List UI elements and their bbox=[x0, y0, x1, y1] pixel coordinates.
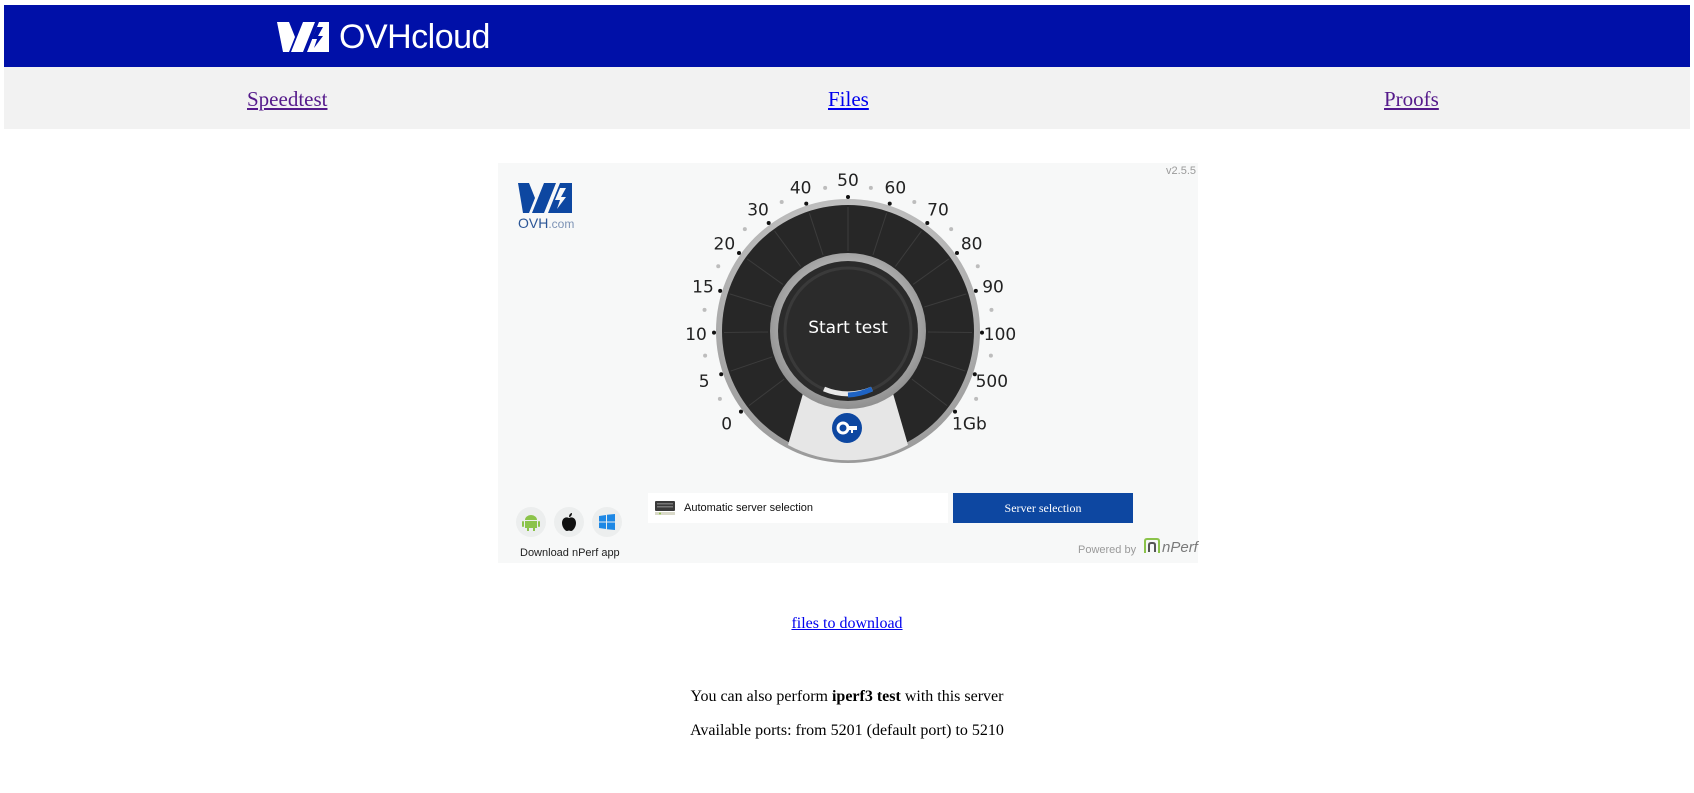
gauge-label: 70 bbox=[927, 200, 949, 220]
files-to-download-link[interactable]: files to download bbox=[0, 615, 1694, 633]
nperf-brand-text: nPerf bbox=[1162, 538, 1198, 556]
nav-link-proofs[interactable]: Proofs bbox=[1384, 87, 1439, 112]
server-selection-button[interactable]: Server selection bbox=[953, 493, 1133, 523]
gauge-label: 30 bbox=[747, 200, 769, 220]
gauge-label: 60 bbox=[885, 179, 907, 199]
gauge-segment-line bbox=[927, 331, 972, 334]
gauge-tick bbox=[766, 220, 771, 225]
gauge-minor-dot bbox=[974, 396, 979, 401]
gauge-tick bbox=[953, 409, 958, 414]
gauge-minor-dot bbox=[703, 353, 708, 358]
gauge-label: 50 bbox=[837, 171, 859, 191]
gauge-tick bbox=[718, 288, 723, 293]
apple-icon bbox=[562, 513, 576, 531]
gauge-tick bbox=[887, 201, 892, 206]
nav-link-speedtest[interactable]: Speedtest bbox=[247, 87, 327, 112]
gauge-label: 20 bbox=[714, 235, 736, 255]
app-icons bbox=[516, 507, 622, 537]
server-icon bbox=[655, 501, 675, 515]
gauge-tick bbox=[973, 288, 978, 293]
gauge-label: 15 bbox=[692, 277, 714, 297]
gauge-minor-dot bbox=[742, 227, 747, 232]
nperf-logo-icon bbox=[1144, 538, 1160, 553]
gauge-label: 90 bbox=[982, 277, 1004, 297]
gauge-label: 10 bbox=[685, 325, 707, 345]
apple-app-button[interactable] bbox=[554, 507, 584, 537]
powered-by-label: Powered by bbox=[1078, 544, 1137, 556]
server-selection-text: Automatic server selection bbox=[684, 502, 813, 514]
version-label: v2.5.5 bbox=[1166, 165, 1196, 177]
header-bar: OVHcloud bbox=[4, 5, 1690, 67]
gauge-label: 5 bbox=[699, 372, 710, 392]
nperf-logo[interactable]: nPerf bbox=[1143, 538, 1198, 556]
gauge-minor-dot bbox=[702, 307, 707, 312]
gauge-minor-dot bbox=[717, 396, 722, 401]
gauge-minor-dot bbox=[716, 264, 721, 269]
ovh-logo-icon bbox=[518, 183, 572, 213]
gauge-minor-dot bbox=[779, 200, 784, 205]
nav-bar: Speedtest Files Proofs bbox=[4, 67, 1690, 129]
windows-icon bbox=[599, 514, 615, 530]
gauge-tick bbox=[846, 195, 850, 199]
download-app-label: Download nPerf app bbox=[520, 547, 620, 559]
ovh-brand-icon bbox=[277, 22, 329, 52]
windows-app-button[interactable] bbox=[592, 507, 622, 537]
nav-link-files[interactable]: Files bbox=[828, 87, 869, 112]
gauge-minor-dot bbox=[823, 185, 828, 190]
gauge-minor-dot bbox=[975, 264, 980, 269]
start-test-button[interactable]: Start test bbox=[768, 298, 928, 358]
speedtest-widget: v2.5.5 OVH.com 0 5 10 15 20 30 40 50 60 … bbox=[498, 163, 1198, 563]
gauge-segment-line bbox=[724, 331, 769, 334]
gauge-minor-dot bbox=[868, 185, 873, 190]
gauge-label: 500 bbox=[976, 372, 1008, 392]
gauge-label: 80 bbox=[961, 235, 983, 255]
settings-button[interactable] bbox=[832, 413, 862, 443]
gauge-label: 40 bbox=[790, 179, 812, 199]
available-ports-line: Available ports: from 5201 (default port… bbox=[690, 722, 1004, 739]
gauge-minor-dot bbox=[989, 307, 994, 312]
brand-name: OVHcloud bbox=[339, 18, 490, 56]
gauge-tick bbox=[719, 372, 724, 377]
gauge-label: 100 bbox=[984, 325, 1016, 345]
gauge-tick bbox=[804, 201, 809, 206]
gauge-minor-dot bbox=[949, 227, 954, 232]
gauge-tick bbox=[954, 251, 959, 256]
gauge-tick bbox=[737, 251, 742, 256]
android-app-button[interactable] bbox=[516, 507, 546, 537]
gauge-minor-dot bbox=[988, 353, 993, 358]
ovh-logo-text: OVH.com bbox=[518, 215, 575, 231]
brand-logo[interactable]: OVHcloud bbox=[277, 19, 490, 55]
gauge-tick bbox=[925, 220, 930, 225]
android-icon bbox=[522, 515, 540, 531]
gauge-label: 0 bbox=[721, 414, 732, 434]
gauge-label: 1Gb bbox=[952, 414, 987, 434]
wrench-icon bbox=[836, 421, 857, 435]
iperf-info-line: You can also perform iperf3 test with th… bbox=[690, 688, 1004, 705]
gauge-tick bbox=[712, 330, 717, 335]
gauge-tick bbox=[738, 409, 743, 414]
gauge-minor-dot bbox=[912, 200, 917, 205]
iperf-test-label: iperf3 test bbox=[831, 688, 901, 705]
server-selector[interactable]: Automatic server selection bbox=[648, 493, 948, 523]
